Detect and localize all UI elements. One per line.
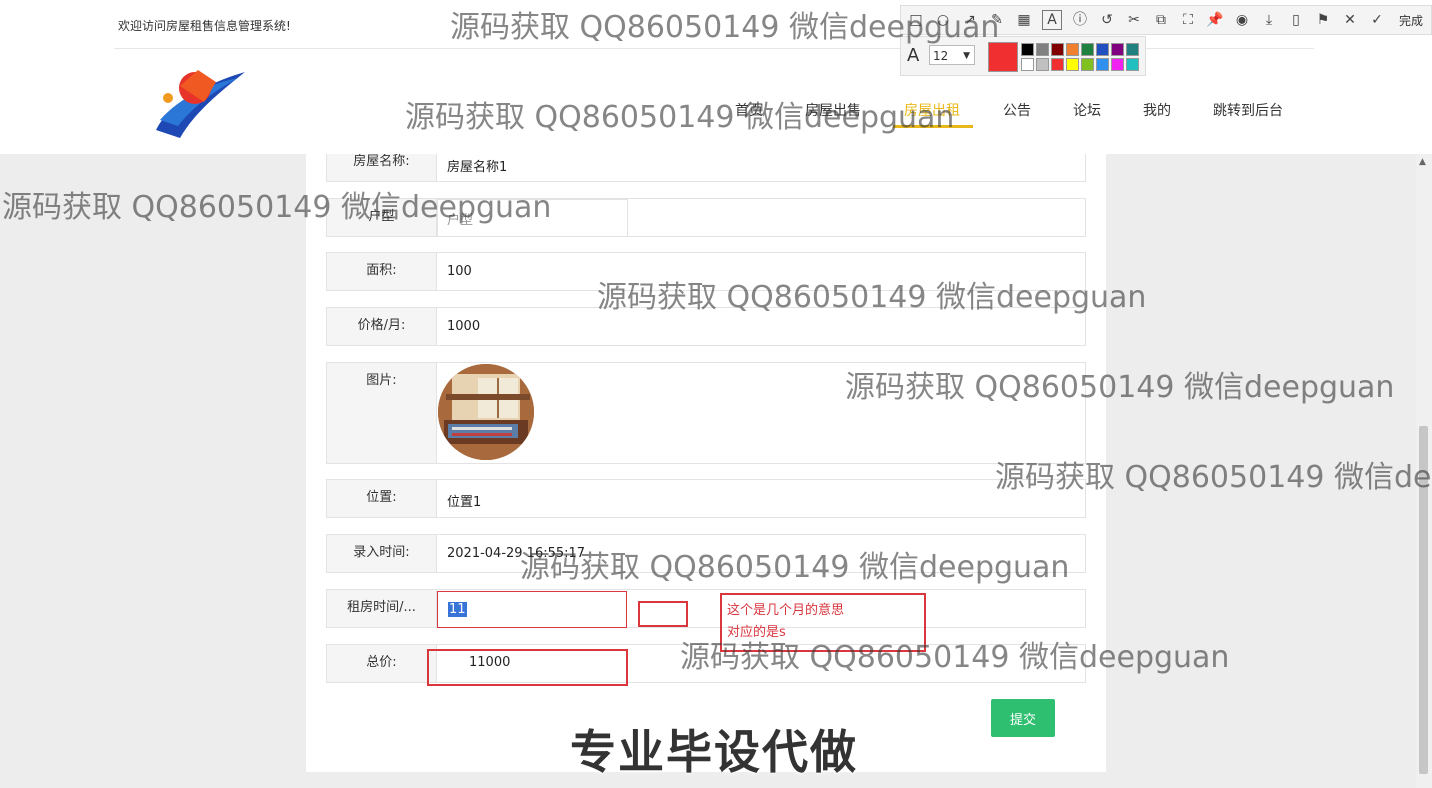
nav-forum[interactable]: 论坛 xyxy=(1073,100,1101,120)
annotation-box-total xyxy=(427,649,628,686)
field-label: 图片: xyxy=(327,363,437,463)
font-icon: A xyxy=(907,45,920,66)
color-swatch[interactable] xyxy=(1036,58,1049,71)
watermark: 源码获取 QQ86050149 微信deepguan xyxy=(2,190,552,225)
field-label: 录入时间: xyxy=(327,535,437,572)
color-swatch[interactable] xyxy=(1021,58,1034,71)
undo-icon[interactable]: ↺ xyxy=(1098,11,1116,29)
color-swatch[interactable] xyxy=(1081,58,1094,71)
color-swatch[interactable] xyxy=(1111,58,1124,71)
field-label: 房屋名称: xyxy=(327,154,437,181)
crop-icon[interactable]: ⛶ xyxy=(1179,11,1197,29)
number-icon[interactable]: ⓘ xyxy=(1071,11,1089,29)
check-icon[interactable]: ✓ xyxy=(1368,11,1386,29)
form-row-location: 位置: 位置1 xyxy=(326,479,1086,518)
nav-mine[interactable]: 我的 xyxy=(1143,100,1171,120)
selected-color-swatch[interactable] xyxy=(988,42,1018,72)
chevron-down-icon: ▼ xyxy=(963,51,970,61)
watermark: 源码获取 QQ86050149 微信deepguan xyxy=(405,100,955,135)
watermark: 源码获取 QQ86050149 微信deepguan xyxy=(845,370,1395,405)
color-swatch[interactable] xyxy=(1096,43,1109,56)
scroll-up-icon[interactable]: ▲ xyxy=(1419,157,1426,167)
rent-form-panel: 房屋名称: 房屋名称1 户型 户型 面积: 100 价格/月: 1000 图片: xyxy=(306,154,1106,772)
color-swatch[interactable] xyxy=(1066,58,1079,71)
rent-duration-value: 11 xyxy=(448,602,467,617)
font-size-value: 12 xyxy=(933,49,949,63)
rent-duration-input[interactable]: 11 xyxy=(437,591,627,628)
download-icon[interactable]: ⤓ xyxy=(1260,11,1278,29)
watermark: 源码获取 QQ86050149 微信deepguan xyxy=(450,10,1000,45)
watermark: 源码获取 QQ86050149 微信deepguan xyxy=(520,550,1070,585)
nav-backend[interactable]: 跳转到后台 xyxy=(1213,100,1283,120)
text-icon[interactable]: A xyxy=(1042,10,1062,30)
color-swatch[interactable] xyxy=(1126,58,1139,71)
house-photo[interactable] xyxy=(438,364,534,460)
mosaic-icon[interactable]: ▦ xyxy=(1015,11,1033,29)
done-button[interactable]: 完成 xyxy=(1399,12,1423,29)
watermark: 源码获取 QQ86050149 微信deepguan xyxy=(995,460,1432,495)
pin-icon[interactable]: 📌 xyxy=(1206,11,1224,29)
field-label: 价格/月: xyxy=(327,308,437,345)
color-swatch[interactable] xyxy=(1066,43,1079,56)
nav-notice[interactable]: 公告 xyxy=(1003,100,1031,120)
house-name-value: 房屋名称1 xyxy=(447,160,508,175)
field-label: 面积: xyxy=(327,253,437,290)
location-value: 位置1 xyxy=(447,495,482,510)
annotation-box-small xyxy=(638,601,688,627)
watermark: 源码获取 QQ86050149 微信deepguan xyxy=(597,280,1147,315)
font-size-select[interactable]: 12 ▼ xyxy=(929,45,975,65)
translate-icon[interactable]: ⧉ xyxy=(1152,11,1170,29)
color-swatch[interactable] xyxy=(1051,58,1064,71)
close-icon[interactable]: ✕ xyxy=(1341,11,1359,29)
field-label: 位置: xyxy=(327,480,437,517)
save-icon[interactable]: ▯ xyxy=(1287,11,1305,29)
record-icon[interactable]: ◉ xyxy=(1233,11,1251,29)
welcome-text: 欢迎访问房屋租售信息管理系统! xyxy=(118,19,291,33)
site-logo[interactable] xyxy=(150,62,250,142)
color-swatch[interactable] xyxy=(1111,43,1124,56)
color-swatch[interactable] xyxy=(1096,58,1109,71)
bookmark-icon[interactable]: ⚑ xyxy=(1314,11,1332,29)
color-swatch[interactable] xyxy=(1021,43,1034,56)
field-label: 租房时间/... xyxy=(327,590,437,627)
form-row-house-name: 房屋名称: 房屋名称1 xyxy=(326,154,1086,182)
field-label: 总价: xyxy=(327,645,437,682)
watermark: 源码获取 QQ86050149 微信deepguan xyxy=(680,640,1230,675)
area-value: 100 xyxy=(447,264,472,279)
color-swatch[interactable] xyxy=(1126,43,1139,56)
submit-button[interactable]: 提交 xyxy=(991,699,1055,737)
annotation-line-1: 这个是几个月的意思 xyxy=(727,603,845,618)
cut-icon[interactable]: ✂ xyxy=(1125,11,1143,29)
price-value: 1000 xyxy=(447,319,481,334)
overlay-caption: 专业毕设代做 xyxy=(570,725,858,779)
color-swatch[interactable] xyxy=(1081,43,1094,56)
color-swatch[interactable] xyxy=(1036,43,1049,56)
color-swatch[interactable] xyxy=(1051,43,1064,56)
